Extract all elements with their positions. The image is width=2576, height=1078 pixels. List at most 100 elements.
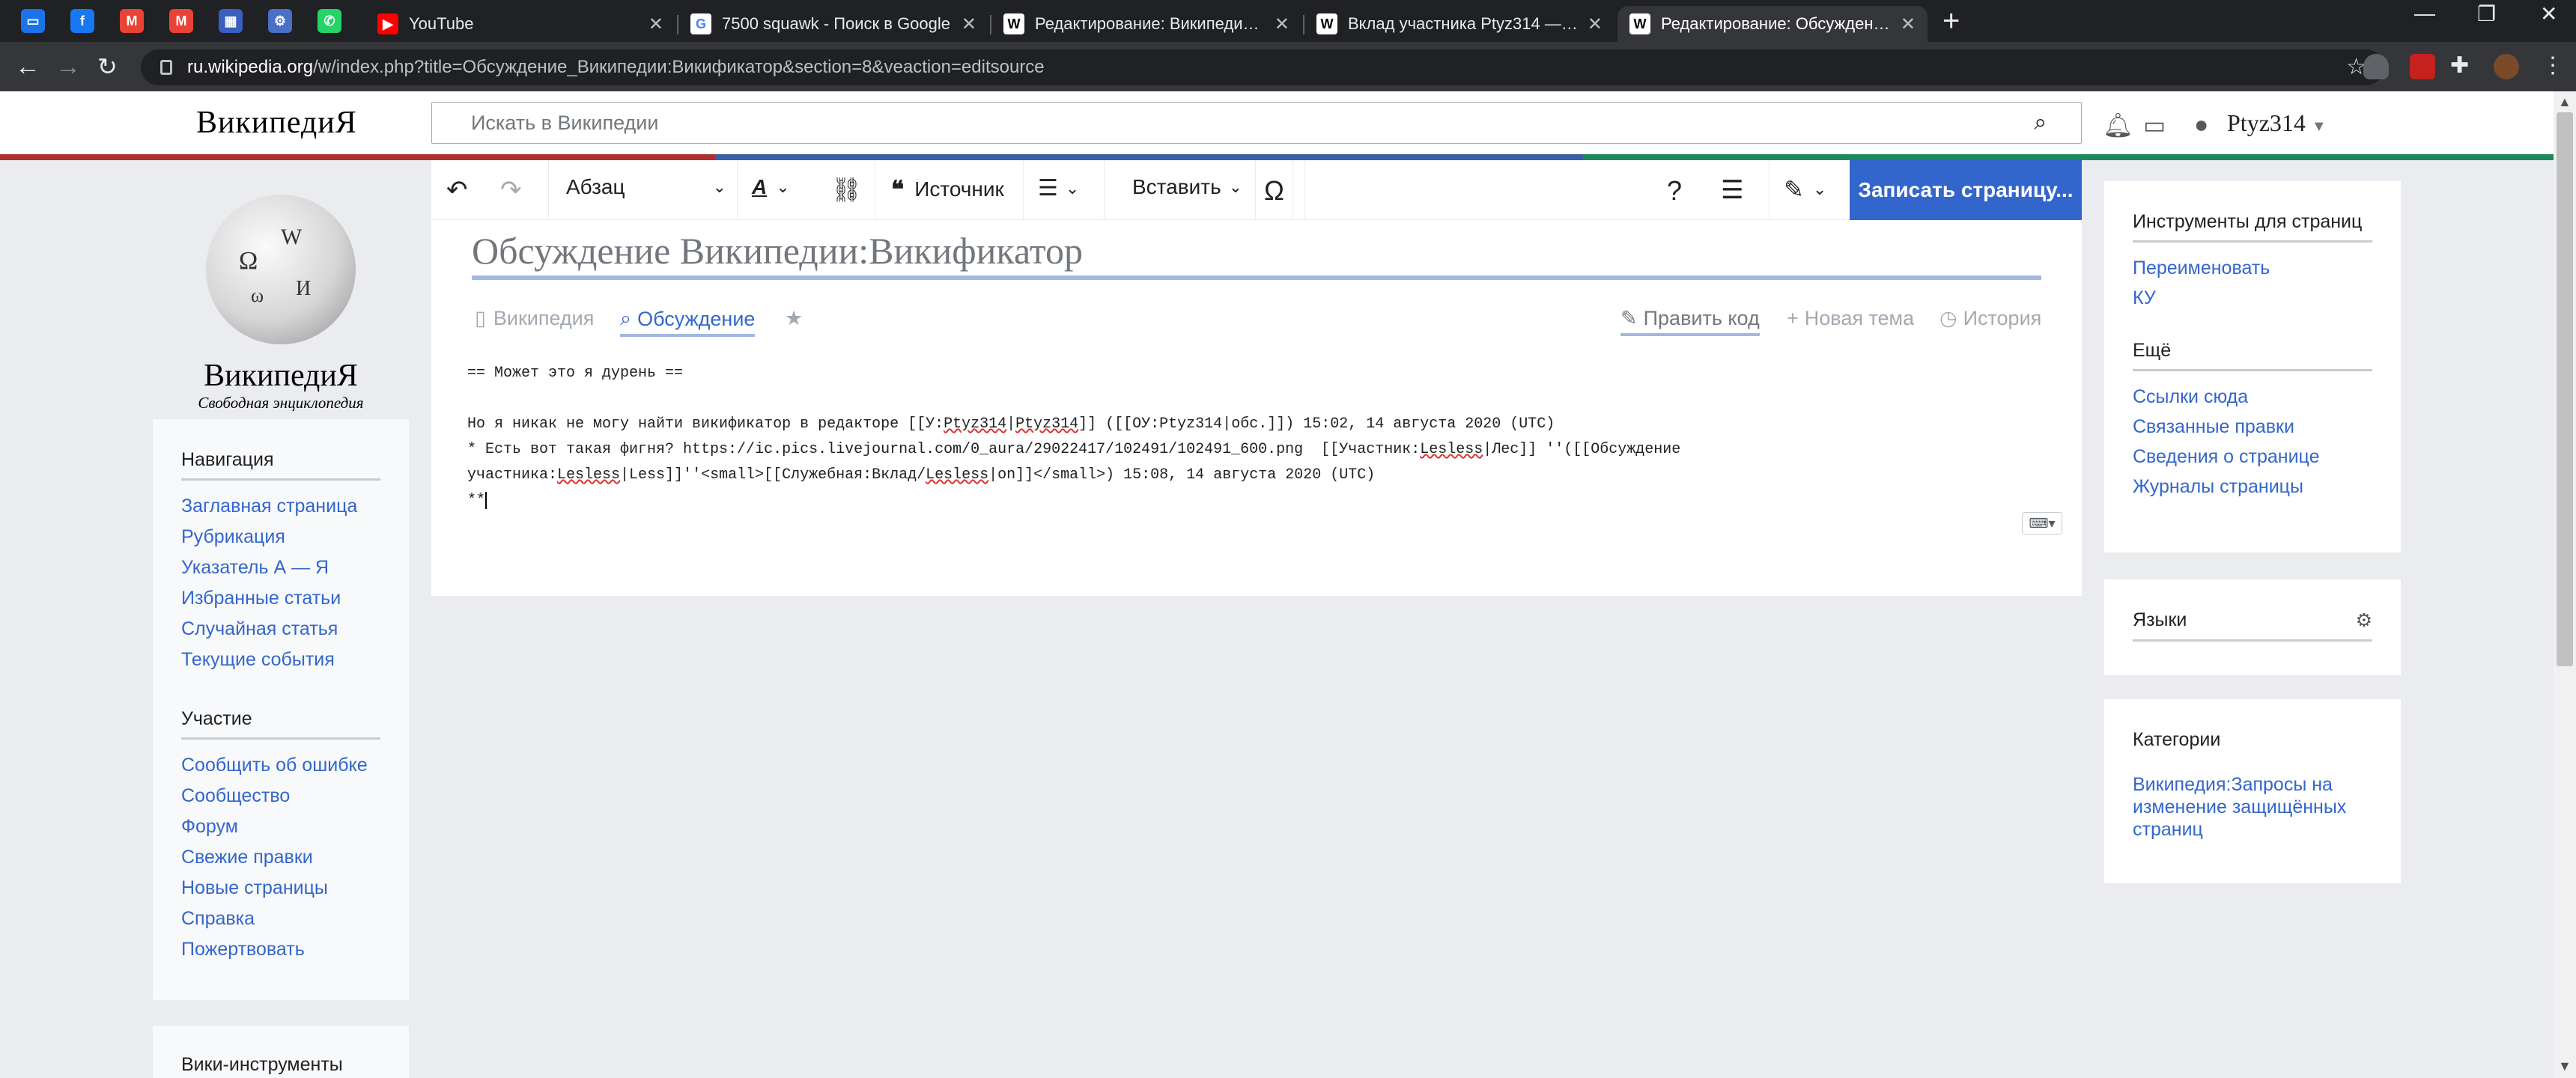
search-icon[interactable]: ⌕ bbox=[2034, 110, 2047, 135]
wiki-wordmark[interactable]: ВикипедиЯ bbox=[196, 105, 357, 141]
logo-title: ВикипедиЯ bbox=[204, 359, 358, 393]
sidebar-item-random[interactable]: Случайная статья bbox=[181, 614, 380, 645]
google-icon: G bbox=[690, 13, 711, 34]
sidebar-item-community[interactable]: Сообщество bbox=[181, 781, 380, 811]
tool-page-info[interactable]: Сведения о странице bbox=[2133, 442, 2372, 472]
tab-project-page[interactable]: ▯ Википедия bbox=[475, 307, 594, 330]
tool-page-logs[interactable]: Журналы страницы bbox=[2133, 472, 2372, 502]
sidebar-item-help[interactable]: Справка bbox=[181, 904, 380, 934]
close-tab-icon[interactable]: ✕ bbox=[1275, 13, 1289, 35]
reload-icon[interactable]: ↻ bbox=[97, 52, 118, 81]
tab-google-search[interactable]: G 7500 squawk - Поиск в Google ✕ bbox=[678, 6, 988, 42]
shield-extension-icon[interactable] bbox=[2363, 54, 2389, 79]
wiki-logo[interactable]: Ω W И ω ВикипедиЯ Свободная энциклопедия bbox=[150, 195, 412, 412]
link-icon[interactable]: ⛓ bbox=[831, 175, 862, 204]
extension-badge-icon[interactable] bbox=[2410, 54, 2435, 79]
cite-source-button[interactable]: ❝ Источник bbox=[891, 175, 1004, 204]
tab-label: Новая тема bbox=[1804, 307, 1915, 329]
cite-source-label: Источник bbox=[914, 177, 1004, 201]
sidebar-item-index[interactable]: Указатель А — Я bbox=[181, 552, 380, 583]
app-icon[interactable]: ▦ bbox=[219, 9, 243, 33]
sidebar-item-forum[interactable]: Форум bbox=[181, 811, 380, 842]
text-style-dropdown[interactable]: A ⌄ bbox=[752, 175, 790, 199]
tab-new-topic[interactable]: + Новая тема bbox=[1787, 307, 1914, 330]
sidebar-item-main-page[interactable]: Заглавная страница bbox=[181, 491, 380, 522]
help-icon[interactable]: ? bbox=[1667, 175, 1682, 207]
tool-related-changes[interactable]: Связанные правки bbox=[2133, 412, 2372, 442]
scrollbar-thumb[interactable] bbox=[2557, 112, 2573, 666]
settings-app-icon[interactable]: ⚙ bbox=[268, 9, 292, 33]
gmail-icon[interactable]: M bbox=[169, 9, 193, 33]
address-bar[interactable]: ru.wikipedia.org/w/index.php?title=Обсуж… bbox=[141, 49, 2384, 85]
editor-switch-dropdown[interactable]: ✎ ⌄ bbox=[1784, 175, 1826, 204]
new-tab-button[interactable]: + bbox=[1942, 4, 1960, 38]
scroll-down-arrow-icon[interactable]: ▼ bbox=[2558, 1059, 2572, 1074]
wikitext-textarea[interactable]: == Может это я дурень == Но я никак не мо… bbox=[467, 361, 2047, 514]
profile-avatar[interactable] bbox=[2494, 54, 2519, 79]
forward-arrow-icon[interactable]: → bbox=[55, 52, 81, 82]
puzzle-extensions-icon[interactable]: ✚ bbox=[2450, 52, 2469, 79]
paragraph-format-label: Абзац bbox=[566, 175, 625, 198]
wikitext-line: * Есть вот такая фигня? https://ic.pics.… bbox=[467, 441, 1681, 458]
keyboard-input-icon[interactable]: ⌨▾ bbox=[2022, 512, 2062, 535]
watch-star-icon[interactable]: ★ bbox=[785, 307, 803, 330]
tab-wiki-contributions[interactable]: W Вклад участника Ptyz314 — Википедия ✕ bbox=[1304, 6, 1614, 42]
sidebar-item-new-pages[interactable]: Новые страницы bbox=[181, 873, 380, 904]
tab-youtube[interactable]: ▶ YouTube ✕ bbox=[365, 6, 675, 42]
category-link[interactable]: Википедия:Запросы на изменение защищённы… bbox=[2133, 773, 2372, 841]
tool-ku[interactable]: КУ bbox=[2133, 283, 2372, 313]
tab-talk[interactable]: ⌕ Обсуждение bbox=[620, 307, 756, 337]
tool-what-links-here[interactable]: Ссылки сюда bbox=[2133, 382, 2372, 412]
special-characters-icon[interactable]: Ω bbox=[1264, 175, 1284, 207]
sidebar-item-rubrication[interactable]: Рубрикация bbox=[181, 522, 380, 552]
list-dropdown[interactable]: ☰ ⌄ bbox=[1038, 175, 1079, 201]
facebook-icon[interactable]: f bbox=[70, 9, 94, 33]
wikipedia-globe-icon: Ω W И ω bbox=[206, 195, 356, 344]
browser-menu-icon[interactable]: ⋮ bbox=[2542, 52, 2564, 79]
sidebar-item-featured[interactable]: Избранные статьи bbox=[181, 583, 380, 614]
tab-title: 7500 squawk - Поиск в Google bbox=[722, 14, 951, 33]
scroll-up-arrow-icon[interactable]: ▲ bbox=[2558, 94, 2572, 110]
gear-icon[interactable]: ⚙ bbox=[2356, 609, 2372, 632]
tab-wiki-talk-edit-active[interactable]: W Редактирование: Обсуждение Википедии ✕ bbox=[1617, 6, 1928, 42]
close-tab-icon[interactable]: ✕ bbox=[1901, 13, 1916, 35]
whatsapp-icon[interactable]: ✆ bbox=[318, 9, 341, 33]
categories-heading: Категории bbox=[2133, 729, 2221, 750]
undo-icon[interactable]: ↶ bbox=[446, 175, 468, 205]
close-tab-icon[interactable]: ✕ bbox=[1588, 13, 1603, 35]
wikitext-line: == Может это я дурень == bbox=[467, 365, 684, 382]
tab-title: Редактирование: Обсуждение Википедии bbox=[1661, 14, 1893, 33]
paragraph-format-dropdown[interactable]: Абзац ⌄ bbox=[566, 175, 726, 199]
chevron-down-icon: ⌄ bbox=[1812, 180, 1827, 198]
close-tab-icon[interactable]: ✕ bbox=[962, 13, 976, 35]
user-menu[interactable]: Ptyz314 ▼ bbox=[2227, 109, 2327, 137]
tab-history[interactable]: ◷ История bbox=[1939, 307, 2041, 330]
sidebar-item-report-error[interactable]: Сообщить об ошибке bbox=[181, 750, 380, 781]
notifications-bell-icon[interactable]: 🔔︎ bbox=[2103, 111, 2133, 139]
wiki-search-input[interactable]: Искать в Википедии ⌕ bbox=[431, 102, 2082, 144]
close-window-button[interactable]: ✕ bbox=[2540, 1, 2557, 26]
tool-rename[interactable]: Переименовать bbox=[2133, 253, 2372, 283]
logo-subtitle: Свободная энциклопедия bbox=[198, 394, 364, 412]
minimize-button[interactable]: — bbox=[2414, 1, 2435, 25]
close-tab-icon[interactable]: ✕ bbox=[648, 13, 663, 35]
languages-panel: Языки ⚙ bbox=[2104, 579, 2401, 675]
talk-bubble-icon: ⌕ bbox=[620, 307, 632, 329]
sidebar-item-donate[interactable]: Пожертвовать bbox=[181, 934, 380, 965]
page-options-menu-icon[interactable]: ☰ bbox=[1721, 175, 1743, 205]
sidebar-item-current-events[interactable]: Текущие события bbox=[181, 645, 380, 675]
insert-dropdown[interactable]: Вставить ⌄ bbox=[1132, 175, 1242, 199]
redo-icon[interactable]: ↷ bbox=[500, 175, 522, 205]
maximize-button[interactable]: ❐ bbox=[2477, 1, 2496, 26]
notices-inbox-icon[interactable]: ▭ bbox=[2143, 111, 2166, 139]
gmail-icon[interactable]: M bbox=[120, 9, 144, 33]
sidebar-item-recent-changes[interactable]: Свежие правки bbox=[181, 842, 380, 873]
source-editor: ↶ ↷ Абзац ⌄ A ⌄ ⛓ ❝ Источник ☰ ⌄ Вставит… bbox=[431, 160, 2082, 596]
chat-icon[interactable]: ▭ bbox=[21, 9, 45, 33]
url-text: ru.wikipedia.org/w/index.php?title=Обсуж… bbox=[187, 57, 1045, 77]
save-page-button[interactable]: Записать страницу... bbox=[1850, 160, 2082, 220]
tab-edit-source[interactable]: ✎ Править код bbox=[1620, 307, 1760, 336]
tab-wiki-edit-requests[interactable]: W Редактирование: Википедия:Заявки ✕ bbox=[991, 6, 1301, 42]
tab-title: Редактирование: Википедия:Заявки bbox=[1035, 14, 1267, 33]
back-arrow-icon[interactable]: ← bbox=[15, 52, 40, 82]
